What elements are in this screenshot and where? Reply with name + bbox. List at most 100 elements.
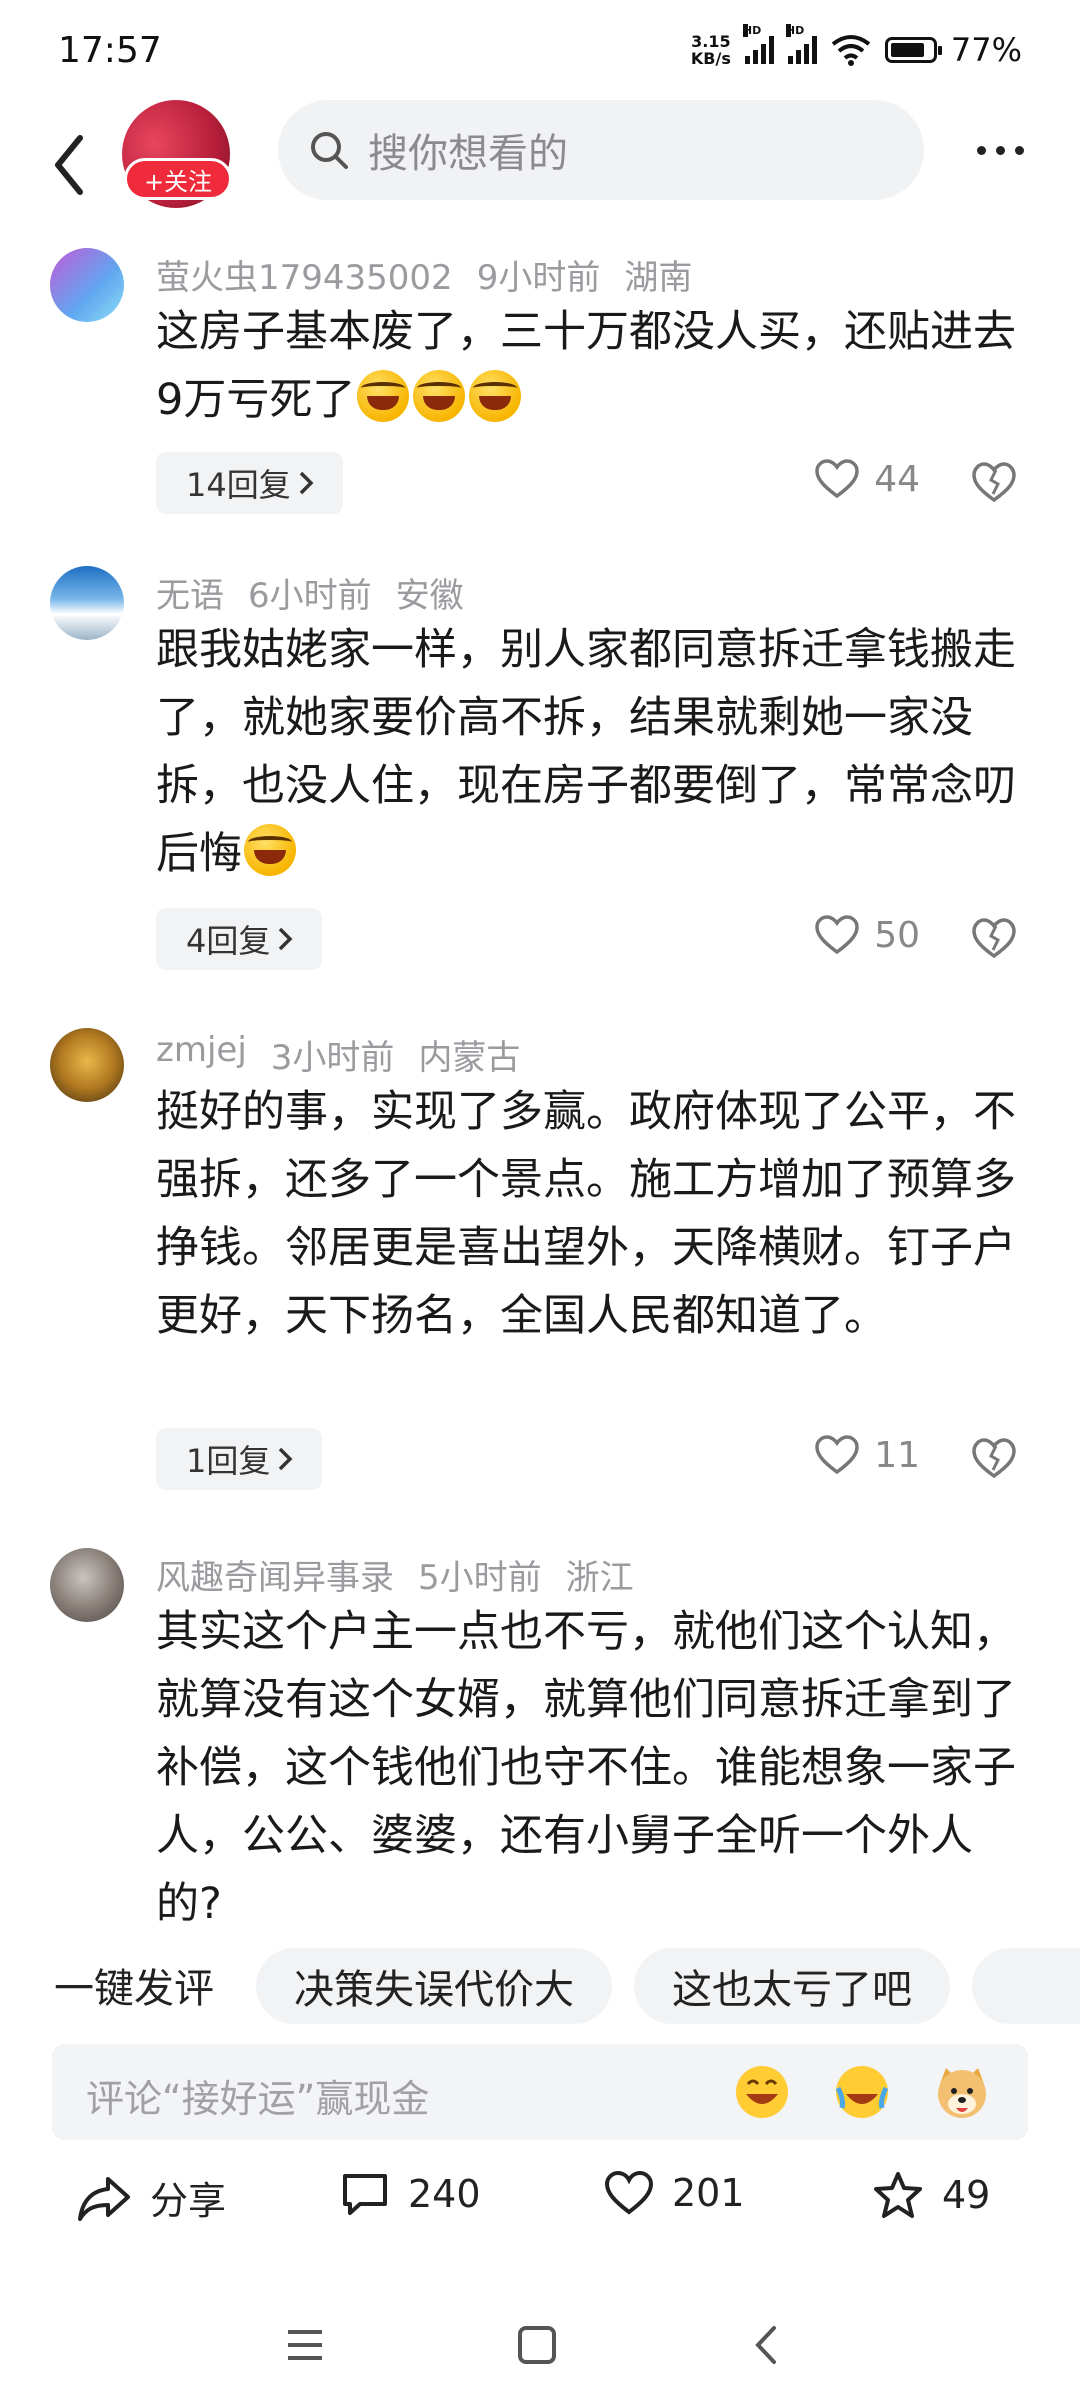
comment-meta: 萤火虫179435002 9小时前 湖南 xyxy=(156,250,692,299)
commenter-avatar[interactable] xyxy=(50,1548,124,1622)
chevron-right-icon xyxy=(279,1447,293,1471)
comment-count: 240 xyxy=(408,2172,481,2216)
search-icon xyxy=(311,132,348,169)
dislike-button[interactable] xyxy=(970,914,1018,962)
like-count: 11 xyxy=(874,1434,920,1476)
follow-button[interactable]: +关注 xyxy=(124,158,232,200)
hd-label-2: HD xyxy=(785,24,805,37)
laugh-cry-emoji-icon[interactable] xyxy=(834,2064,890,2120)
favorite-button[interactable]: 49 xyxy=(872,2170,990,2220)
battery-level: 77% xyxy=(950,31,1022,69)
like-button[interactable]: 44 xyxy=(814,458,920,500)
post-like-count: 201 xyxy=(672,2171,745,2215)
back-nav-icon[interactable] xyxy=(742,2320,792,2370)
comment-input[interactable]: 评论“接好运”赢现金 xyxy=(52,2044,1028,2140)
star-icon xyxy=(874,2172,922,2218)
reply-count-button[interactable]: 1回复 xyxy=(156,1428,323,1490)
heart-icon xyxy=(815,1435,859,1475)
status-icons: 3.15 KB/s HD HD 77% xyxy=(691,24,1022,69)
back-button[interactable] xyxy=(40,120,100,210)
net-speed-value: 3.15 xyxy=(691,32,731,51)
comment-time: 6小时前 xyxy=(248,576,372,616)
like-count: 50 xyxy=(874,914,920,956)
commenter-avatar[interactable] xyxy=(50,566,124,640)
comment-time: 9小时前 xyxy=(476,258,601,298)
hd-label: HD xyxy=(742,24,762,37)
reply-count: 4回复 xyxy=(186,922,271,960)
wifi-icon xyxy=(831,35,871,66)
page: 17:57 3.15 KB/s HD HD 77% +关注 搜你想看的 萤火虫1… xyxy=(0,0,1080,2400)
comments-button[interactable]: 240 xyxy=(340,2170,481,2218)
quick-reply-label: 一键发评 xyxy=(54,1966,214,2012)
comment-location: 安徽 xyxy=(395,576,464,616)
laughing-emoji-icon[interactable] xyxy=(734,2064,790,2120)
dislike-button[interactable] xyxy=(970,1434,1018,1482)
comment-icon xyxy=(343,2174,387,2215)
dislike-button[interactable] xyxy=(970,458,1018,506)
reply-count: 1回复 xyxy=(186,1442,271,1480)
status-bar: 17:57 3.15 KB/s HD HD 77% xyxy=(0,0,1080,100)
like-count: 44 xyxy=(874,458,920,500)
comment-time: 5小时前 xyxy=(418,1558,542,1598)
comment-text: 这房子基本废了，三十万都没人买，还贴进去9万亏死了 xyxy=(156,298,1016,434)
commenter-avatar[interactable] xyxy=(50,248,124,322)
battery-icon xyxy=(884,37,942,63)
bottom-action-bar: 分享 240 201 49 xyxy=(0,2170,1080,2250)
comment-input-placeholder: 评论“接好运”赢现金 xyxy=(86,2077,430,2121)
search-placeholder: 搜你想看的 xyxy=(368,131,568,177)
comment-body: 其实这个户主一点也不亏，就他们这个认知，就算没有这个女婿，就算他们同意拆迁拿到了… xyxy=(156,1607,1016,1929)
reply-count-button[interactable]: 14回复 xyxy=(156,452,343,514)
reply-count-button[interactable]: 4回复 xyxy=(156,908,323,970)
comment-body: 这房子基本废了，三十万都没人买，还贴进去9万亏死了 xyxy=(156,307,1016,425)
search-input[interactable]: 搜你想看的 xyxy=(278,100,924,200)
author-avatar[interactable]: +关注 xyxy=(122,100,234,212)
more-dot-icon xyxy=(976,145,986,155)
laugh-cry-emoji-icon xyxy=(357,370,410,422)
comment-text: 跟我姑姥家一样，别人家都同意拆迁拿钱搬走了，就她家要价高不拆，结果就剩她一家没拆… xyxy=(156,616,1016,888)
chevron-right-icon xyxy=(299,471,314,495)
doge-emoji-icon[interactable] xyxy=(934,2064,990,2120)
quick-reply-chip[interactable]: 决策失误代价大 xyxy=(256,1948,612,2024)
quick-reply-bar: 一键发评 决策失误代价大 这也太亏了吧 xyxy=(0,1940,1080,2032)
commenter-name[interactable]: zmjej xyxy=(156,1030,247,1079)
comment-location: 湖南 xyxy=(624,258,693,298)
comment-meta: 无语 6小时前 安徽 xyxy=(156,568,464,617)
share-button[interactable]: 分享 xyxy=(76,2170,226,2225)
commenter-name[interactable]: 萤火虫179435002 xyxy=(156,250,453,299)
comment-location: 浙江 xyxy=(565,1558,634,1598)
menu-icon[interactable] xyxy=(280,2320,330,2370)
heart-icon xyxy=(604,2170,654,2215)
more-options-button[interactable] xyxy=(960,130,1040,170)
like-post-button[interactable]: 201 xyxy=(604,2170,745,2216)
comment-body: 挺好的事，实现了多赢。政府体现了公平，不强拆，还多了一个景点。施工方增加了预算多… xyxy=(156,1087,1016,1341)
net-speed: 3.15 KB/s xyxy=(691,33,731,67)
like-button[interactable]: 11 xyxy=(814,1434,920,1476)
like-button[interactable]: 50 xyxy=(814,914,920,956)
net-speed-unit: KB/s xyxy=(690,49,731,68)
comment-text: 挺好的事，实现了多赢。政府体现了公平，不强拆，还多了一个景点。施工方增加了预算多… xyxy=(156,1078,1016,1350)
comment-meta: 风趣奇闻异事录 5小时前 浙江 xyxy=(156,1550,634,1599)
heart-icon xyxy=(815,459,859,499)
comment-location: 内蒙古 xyxy=(418,1038,521,1078)
comment-meta: zmjej 3小时前 内蒙古 xyxy=(156,1030,520,1079)
quick-reply-chip[interactable]: 这也太亏了吧 xyxy=(634,1948,950,2024)
status-time: 17:57 xyxy=(58,29,162,71)
signal-icon: HD xyxy=(742,24,774,64)
system-nav-bar xyxy=(0,2290,1080,2400)
home-icon[interactable] xyxy=(512,2320,562,2370)
commenter-name[interactable]: 风趣奇闻异事录 xyxy=(156,1550,394,1599)
share-label: 分享 xyxy=(150,2179,227,2223)
quick-reply-chip-partial[interactable] xyxy=(972,1948,1080,2024)
laugh-cry-emoji-icon xyxy=(469,370,522,422)
chevron-right-icon xyxy=(279,927,293,951)
heart-icon xyxy=(815,915,859,955)
commenter-name[interactable]: 无语 xyxy=(156,568,224,617)
comment-time: 3小时前 xyxy=(270,1038,395,1078)
favorite-count: 49 xyxy=(942,2173,991,2217)
signal-icon-2: HD xyxy=(785,24,817,64)
header: +关注 搜你想看的 xyxy=(0,100,1080,240)
laugh-cry-emoji-icon xyxy=(244,824,296,876)
commenter-avatar[interactable] xyxy=(50,1028,124,1102)
laugh-cry-emoji-icon xyxy=(413,370,466,422)
share-icon xyxy=(78,2176,130,2221)
